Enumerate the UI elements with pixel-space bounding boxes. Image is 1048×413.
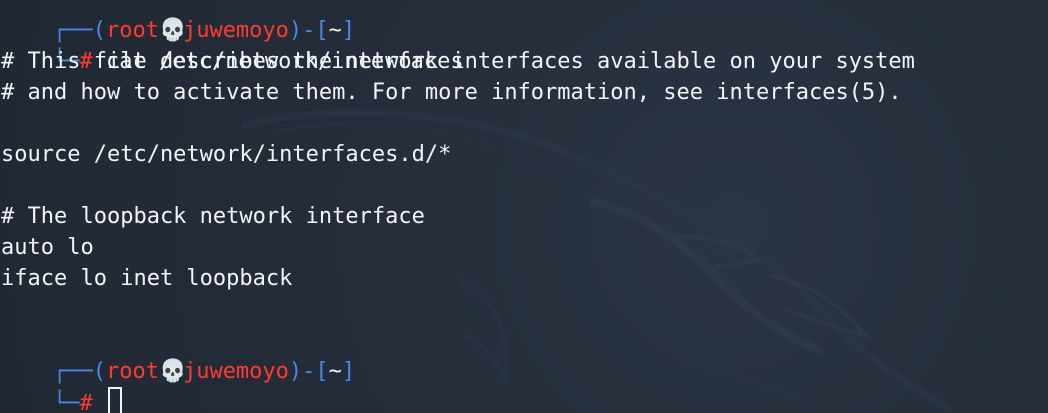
prompt-bottom-corner: └─	[52, 391, 80, 413]
prompt-end-bracket: ]	[341, 359, 356, 384]
output-line-4: source /etc/network/interfaces.d/*	[1, 142, 452, 167]
output-line-1: # This file describes the network interf…	[1, 49, 915, 74]
prompt-host: juwemoyo	[182, 359, 289, 384]
prompt-separator: )-[	[288, 359, 329, 384]
current-prompt-line: ┌──(root💀juwemoyo)-[~]	[0, 325, 355, 384]
root-hash: #	[79, 391, 93, 413]
terminal-window[interactable]: ┌──(root💀juwemoyo)-[~] └─# cat /etc/netw…	[0, 0, 1048, 413]
prompt-path: ~	[328, 359, 342, 384]
skull-icon: 💀	[158, 359, 187, 384]
terminal-cursor-icon[interactable]	[107, 387, 122, 413]
command-line: └─# cat /etc/network/interfaces	[0, 15, 464, 74]
output-line-7: auto lo	[1, 235, 94, 260]
input-line[interactable]: └─#	[0, 356, 122, 413]
output-line-8: iface lo inet loopback	[1, 266, 293, 291]
previous-prompt-line: ┌──(root💀juwemoyo)-[~]	[0, 0, 355, 43]
output-line-2: # and how to activate them. For more inf…	[1, 80, 902, 105]
output-line-6: # The loopback network interface	[1, 204, 425, 229]
